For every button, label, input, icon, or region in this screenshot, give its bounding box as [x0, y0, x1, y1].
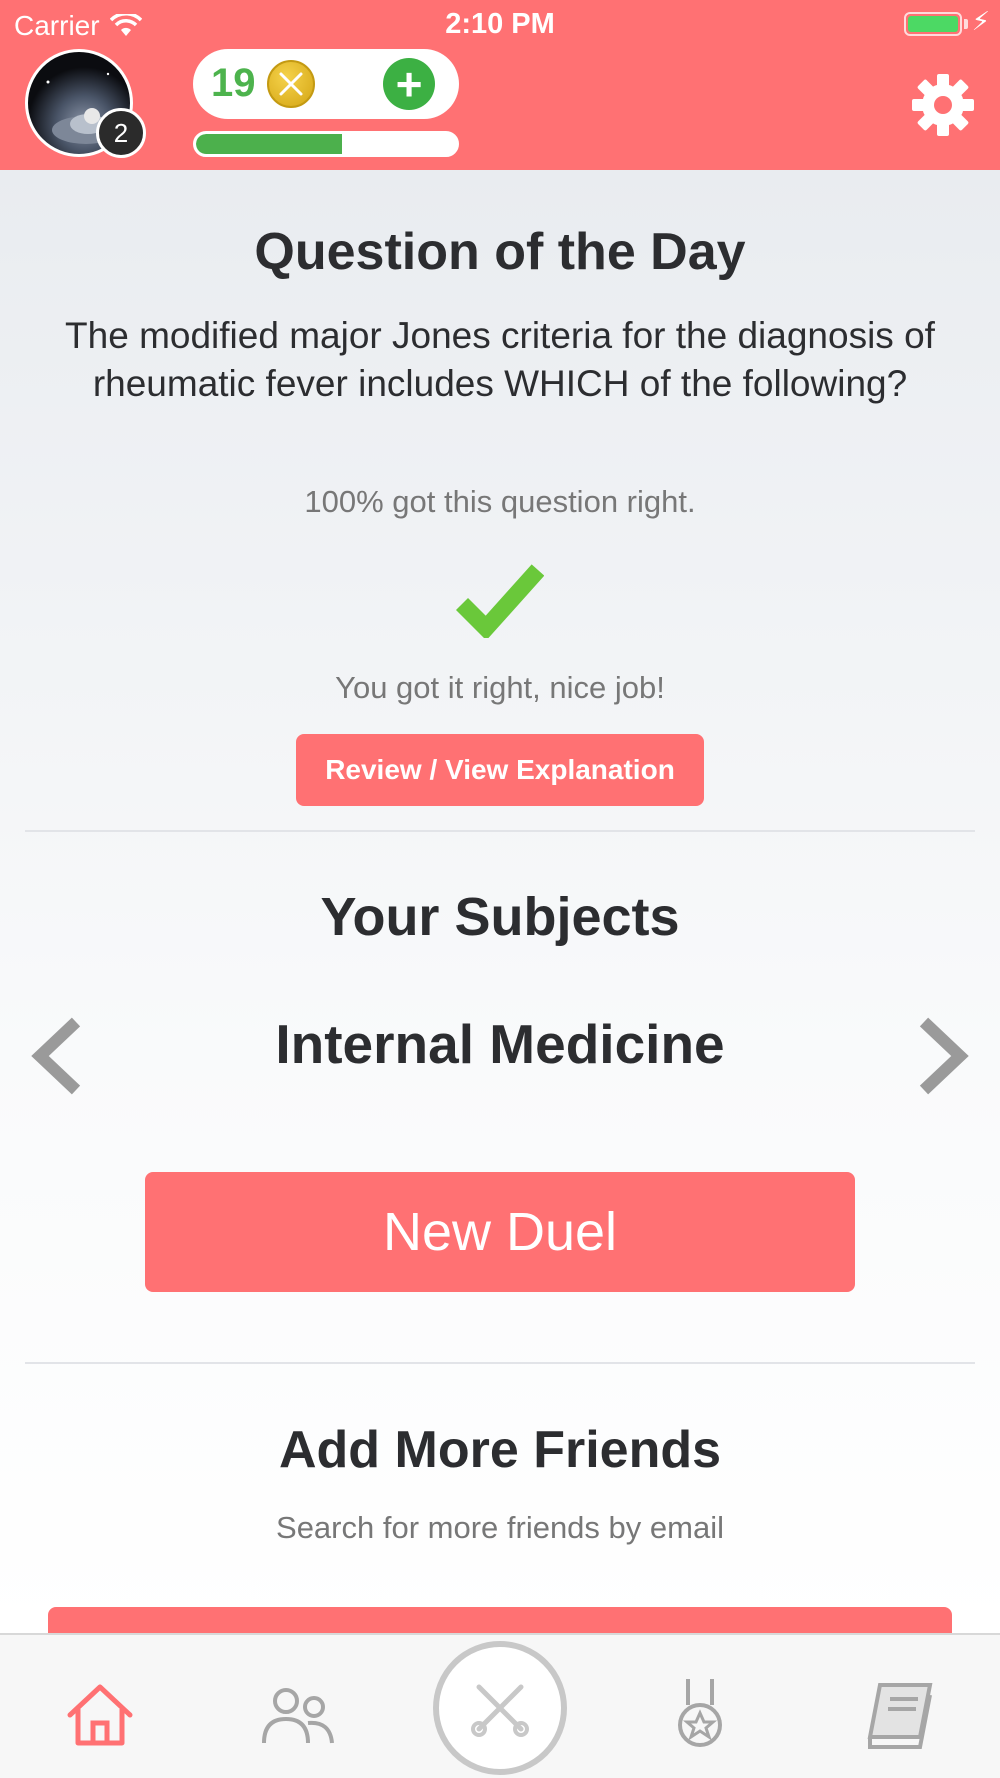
search-friends-button[interactable]: [48, 1607, 952, 1633]
divider: [25, 830, 975, 832]
home-content[interactable]: Question of the Day The modified major J…: [0, 170, 1000, 1633]
status-bar: Carrier 2:10 PM ⚡: [0, 0, 1000, 50]
battery-tip: [964, 19, 968, 29]
xp-progress-bar: [193, 131, 459, 157]
subject-name: Internal Medicine: [275, 1013, 725, 1075]
friends-title: Add More Friends: [278, 1421, 722, 1479]
subjects-title: Your Subjects: [320, 887, 680, 947]
divider: [25, 1362, 975, 1364]
top-header: Carrier 2:10 PM ⚡ 2 19 +: [0, 0, 1000, 170]
tab-bar: [0, 1633, 1000, 1778]
level-badge: 2: [96, 108, 146, 158]
checkmark-icon: [456, 564, 544, 638]
gear-icon[interactable]: [910, 72, 976, 138]
qotd-question: The modified major Jones criteria for th…: [65, 315, 935, 404]
tab-library[interactable]: [860, 1675, 940, 1755]
review-explanation-button[interactable]: Review / View Explanation: [296, 734, 704, 806]
charging-icon: ⚡: [971, 6, 990, 36]
xp-progress-fill: [196, 134, 342, 154]
coin-count: 19: [211, 61, 256, 105]
friends-subtitle: Search for more friends by email: [276, 1510, 724, 1545]
tab-duel[interactable]: [433, 1641, 567, 1775]
qotd-result: You got it right, nice job!: [335, 670, 665, 705]
tab-friends[interactable]: [258, 1675, 338, 1755]
status-time: 2:10 PM: [445, 8, 555, 40]
coin-icon: [267, 60, 315, 108]
add-coins-button[interactable]: +: [383, 58, 435, 110]
crossed-swords-icon: [471, 1684, 529, 1737]
tab-achievements[interactable]: [660, 1675, 740, 1755]
qotd-title: Question of the Day: [254, 223, 746, 281]
chevron-right-icon[interactable]: [912, 1016, 972, 1096]
battery-icon: [904, 12, 962, 36]
new-duel-button[interactable]: New Duel: [145, 1172, 855, 1292]
tab-home[interactable]: [60, 1675, 140, 1755]
coin-wallet[interactable]: 19 +: [193, 49, 459, 119]
qotd-percent-correct: 100% got this question right.: [304, 484, 696, 519]
